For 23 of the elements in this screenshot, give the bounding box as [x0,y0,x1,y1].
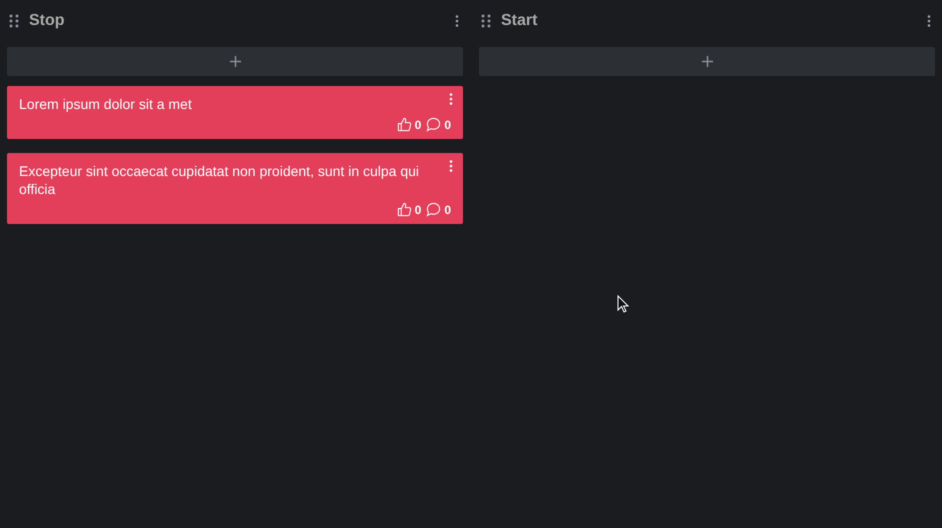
like-count: 0 [414,202,422,216]
plus-icon [702,56,712,67]
comment-icon[interactable] [426,202,442,217]
thumbs-up-icon[interactable] [396,117,412,132]
card-text: Excepteur sint occaecat cupidatat non proident, sunt in culpa qui officia [19,162,420,198]
column-title: Stop [29,12,66,30]
comment-count: 0 [444,202,451,216]
more-icon[interactable] [455,15,459,27]
like-count: 0 [414,118,422,132]
more-icon[interactable] [927,15,931,27]
drag-handle-icon[interactable] [9,14,19,28]
comment-count: 0 [444,118,451,132]
plus-icon [230,56,240,67]
mouse-pointer-icon [617,295,629,313]
thumbs-up-icon[interactable] [396,202,412,217]
comment-icon[interactable] [426,117,442,132]
column-title: Start [501,12,538,30]
card[interactable]: Excepteur sint occaecat cupidatat non proident, sunt in culpa qui officia 0 0 [7,153,463,224]
more-icon[interactable] [449,160,453,172]
drag-handle-icon[interactable] [481,14,491,28]
card-text: Lorem ipsum dolor sit a met [19,95,193,113]
more-icon[interactable] [449,93,453,105]
card[interactable]: Lorem ipsum dolor sit a met 0 0 [7,86,463,139]
